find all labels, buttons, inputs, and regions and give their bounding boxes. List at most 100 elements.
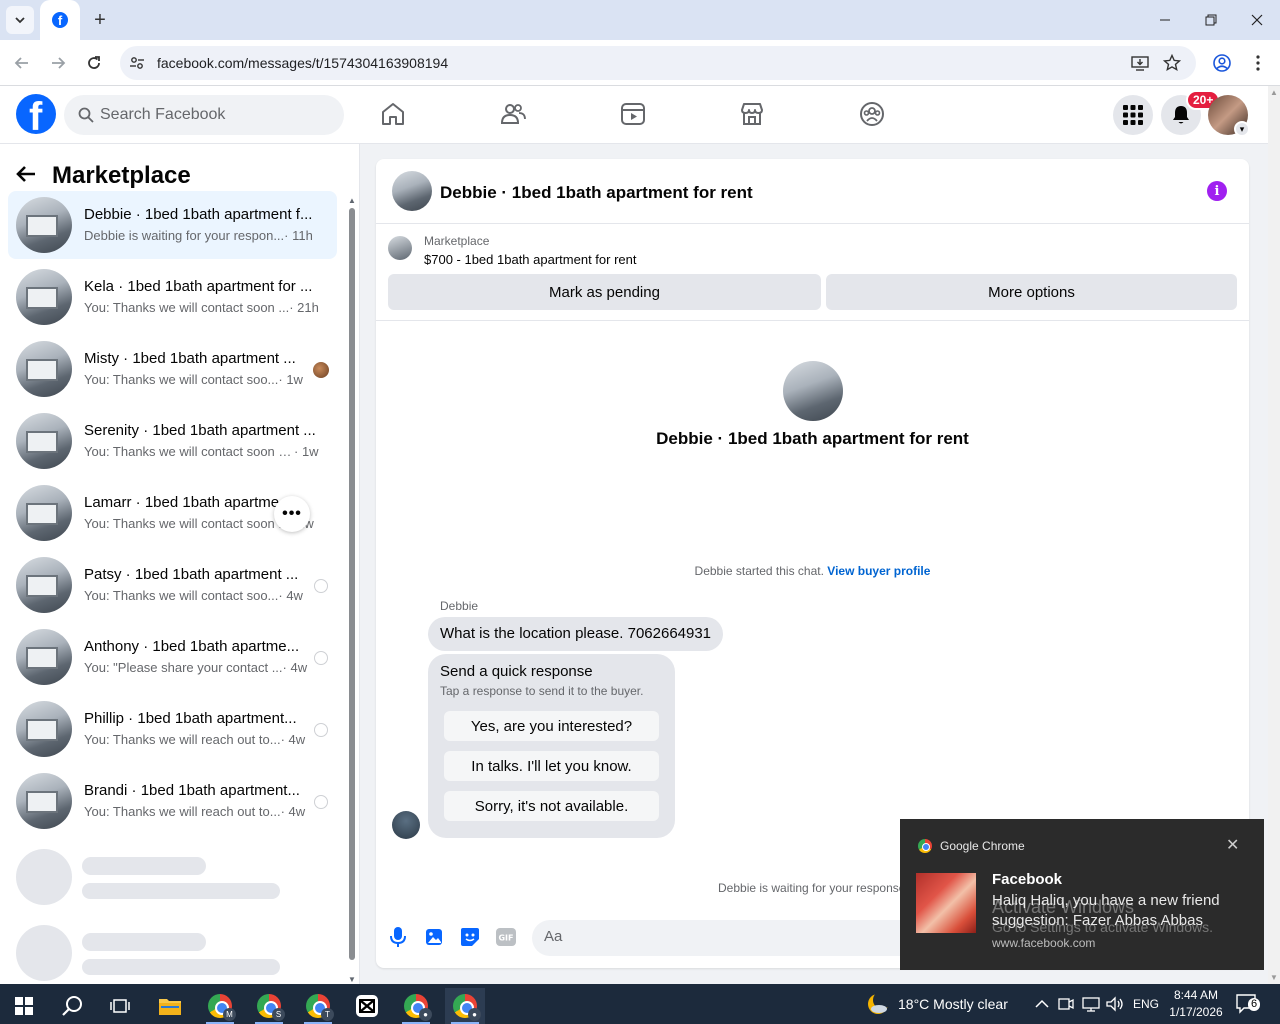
chrome-taskbar-item-active[interactable]: ● bbox=[445, 988, 485, 1024]
page-scrollbar[interactable]: ▲ ▼ bbox=[1268, 86, 1280, 984]
taskbar-search-button[interactable] bbox=[52, 988, 92, 1024]
back-button[interactable] bbox=[9, 50, 35, 76]
chrome-taskbar-item[interactable]: M bbox=[200, 988, 240, 1024]
show-hidden-icons-button[interactable] bbox=[1035, 984, 1049, 1024]
view-buyer-profile-link[interactable]: View buyer profile bbox=[827, 564, 930, 578]
more-options-button[interactable]: More options bbox=[826, 274, 1237, 310]
info-icon[interactable]: i bbox=[1207, 181, 1227, 201]
volume-icon[interactable] bbox=[1106, 984, 1124, 1024]
facebook-logo[interactable]: f bbox=[16, 94, 56, 134]
conversation-item[interactable]: Brandi · 1bed 1bath apartment... You: Tha… bbox=[8, 767, 337, 835]
conversation-item[interactable]: Misty · 1bed 1bath apartment ... You: Tha… bbox=[8, 335, 337, 403]
capcut-button[interactable] bbox=[347, 988, 387, 1024]
gif-button[interactable]: GIF bbox=[496, 927, 516, 947]
conversation-item[interactable]: Anthony · 1bed 1bath apartme... You: "Ple… bbox=[8, 623, 337, 691]
forward-button[interactable] bbox=[45, 50, 71, 76]
back-arrow-icon[interactable] bbox=[16, 162, 36, 190]
close-icon[interactable]: ✕ bbox=[1226, 835, 1239, 855]
site-info-icon[interactable] bbox=[127, 53, 147, 73]
conversation-item[interactable]: Kela · 1bed 1bath apartment for ... You: … bbox=[8, 263, 337, 331]
scroll-down-icon[interactable]: ▼ bbox=[348, 975, 356, 984]
sidebar-title: Marketplace bbox=[52, 162, 191, 189]
chrome-icon bbox=[918, 839, 932, 853]
mark-as-pending-button[interactable]: Mark as pending bbox=[388, 274, 821, 310]
action-center-button[interactable]: 6 bbox=[1236, 984, 1261, 1024]
close-window-button[interactable] bbox=[1242, 8, 1272, 32]
start-button[interactable] bbox=[4, 988, 44, 1024]
listing-thumbnail bbox=[16, 413, 72, 469]
search-input[interactable] bbox=[100, 106, 330, 124]
file-explorer-button[interactable] bbox=[150, 988, 190, 1024]
bookmark-star-icon[interactable] bbox=[1162, 53, 1182, 73]
message-bubble[interactable]: What is the location please. 7062664931 bbox=[428, 617, 724, 651]
quick-response-button[interactable]: Sorry, it's not available. bbox=[444, 791, 659, 821]
scroll-down-icon[interactable]: ▼ bbox=[1270, 973, 1278, 982]
nav-marketplace[interactable] bbox=[738, 100, 766, 128]
system-clock[interactable]: 8:44 AM 1/17/2026 bbox=[1164, 987, 1228, 1021]
scroll-up-icon[interactable]: ▲ bbox=[1270, 88, 1278, 97]
conversation-item[interactable]: Debbie · 1bed 1bath apartment f... Debbie… bbox=[8, 191, 337, 259]
minimize-button[interactable] bbox=[1150, 8, 1180, 32]
conversation-title: Serenity · 1bed 1bath apartment ... bbox=[84, 422, 316, 439]
chrome-taskbar-item[interactable]: ● bbox=[396, 988, 436, 1024]
chat-avatar[interactable] bbox=[392, 171, 432, 211]
conversation-item[interactable]: Serenity · 1bed 1bath apartment ... You: … bbox=[8, 407, 337, 475]
browser-menu-button[interactable] bbox=[1245, 50, 1271, 76]
nav-friends[interactable] bbox=[499, 100, 527, 128]
chrome-taskbar-item[interactable]: T bbox=[298, 988, 338, 1024]
scroll-up-icon[interactable]: ▲ bbox=[348, 196, 356, 205]
menu-button[interactable] bbox=[1113, 95, 1153, 135]
address-bar[interactable]: facebook.com/messages/t/1574304163908194 bbox=[120, 46, 1196, 80]
chevron-down-icon bbox=[15, 17, 25, 24]
sidebar-scrollbar[interactable]: ▲ ▼ bbox=[346, 196, 358, 984]
chevron-up-icon bbox=[1035, 999, 1049, 1008]
conversation-preview: You: Thanks we will contact soo... · 4w bbox=[84, 588, 324, 603]
nav-groups[interactable] bbox=[858, 100, 886, 128]
browser-tab-facebook[interactable]: f bbox=[40, 0, 80, 40]
chrome-notification[interactable]: Google Chrome ✕ Facebook Haliq Haliq, yo… bbox=[900, 819, 1264, 970]
conversation-title: Phillip · 1bed 1bath apartment... bbox=[84, 710, 297, 727]
scrollbar-thumb[interactable] bbox=[349, 208, 355, 960]
task-view-icon bbox=[110, 999, 130, 1013]
attach-photo-button[interactable] bbox=[424, 927, 444, 947]
weather-widget[interactable]: 18°C Mostly clear bbox=[866, 984, 1008, 1024]
profile-button[interactable] bbox=[1209, 50, 1235, 76]
nav-home[interactable] bbox=[379, 100, 407, 128]
tab-search-button[interactable] bbox=[6, 6, 34, 34]
conversation-more-button[interactable]: ••• bbox=[274, 496, 310, 532]
buyer-avatar[interactable] bbox=[392, 811, 420, 839]
sent-status-icon bbox=[314, 651, 328, 665]
voice-clip-button[interactable] bbox=[388, 927, 408, 947]
account-chevron-icon[interactable]: ▾ bbox=[1234, 121, 1250, 137]
conversation-item[interactable]: Patsy · 1bed 1bath apartment ... You: Tha… bbox=[8, 551, 337, 619]
intro-avatar[interactable] bbox=[783, 361, 843, 421]
preview-text: Debbie is waiting for your respon... bbox=[84, 228, 285, 243]
search-box[interactable] bbox=[64, 95, 344, 135]
chrome-taskbar-item[interactable]: S bbox=[249, 988, 289, 1024]
chrome-icon: S bbox=[257, 994, 285, 1021]
sent-status-icon bbox=[314, 723, 328, 737]
meet-now-icon[interactable] bbox=[1058, 984, 1074, 1024]
reload-button[interactable] bbox=[81, 50, 107, 76]
restore-button[interactable] bbox=[1196, 8, 1226, 32]
listing-thumbnail[interactable] bbox=[388, 236, 412, 260]
new-tab-button[interactable]: + bbox=[88, 8, 112, 32]
activate-windows-watermark: Activate Windows bbox=[992, 897, 1135, 917]
grid-menu-icon bbox=[1123, 105, 1143, 125]
network-icon[interactable] bbox=[1082, 984, 1100, 1024]
task-view-button[interactable] bbox=[100, 988, 140, 1024]
install-app-icon[interactable] bbox=[1130, 53, 1150, 73]
conversation-item[interactable]: Phillip · 1bed 1bath apartment... You: Th… bbox=[8, 695, 337, 763]
sticker-button[interactable] bbox=[460, 927, 480, 947]
quick-response-button[interactable]: Yes, are you interested? bbox=[444, 711, 659, 741]
svg-text:GIF: GIF bbox=[498, 934, 513, 943]
chat-title[interactable]: Debbie · 1bed 1bath apartment for rent bbox=[440, 183, 753, 203]
search-icon bbox=[76, 105, 96, 125]
nav-video[interactable] bbox=[619, 100, 647, 128]
language-indicator[interactable]: ENG bbox=[1133, 984, 1159, 1024]
started-text: Debbie started this chat. bbox=[694, 564, 824, 578]
chat-started-notice: Debbie started this chat. View buyer pro… bbox=[376, 564, 1249, 578]
conversation-title: Misty · 1bed 1bath apartment ... bbox=[84, 350, 296, 367]
listing-price-title[interactable]: $700 - 1bed 1bath apartment for rent bbox=[424, 252, 636, 267]
quick-response-button[interactable]: In talks. I'll let you know. bbox=[444, 751, 659, 781]
